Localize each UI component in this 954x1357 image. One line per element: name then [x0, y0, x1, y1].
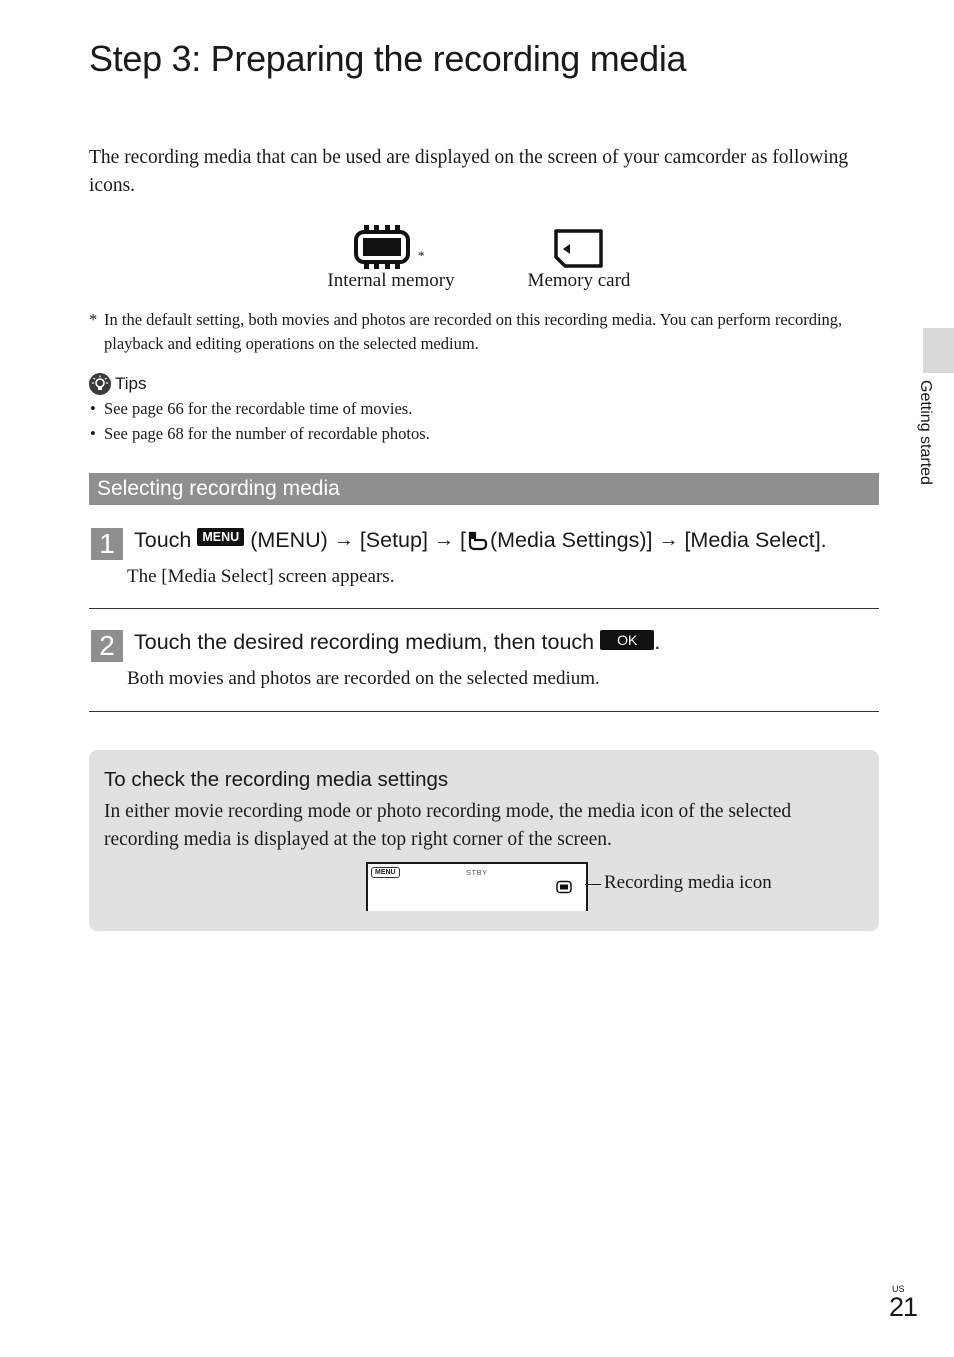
period: . [654, 630, 661, 654]
setup-text: [Setup] [359, 528, 428, 552]
footnote-marker: * [418, 248, 425, 263]
tip-item: See page 66 for the recordable time of m… [89, 396, 430, 421]
intro-paragraph: The recording media that can be used are… [89, 147, 849, 196]
touch-text: Touch [134, 528, 192, 552]
arrow-icon: → [433, 529, 454, 551]
page-title: Step 3: Preparing the recording media [89, 38, 687, 79]
callout-line [585, 884, 601, 885]
media-select-text: [Media Select]. [684, 528, 827, 552]
section-heading-bar: Selecting recording media [89, 473, 879, 505]
media-icons-row: * Internal memory Memory card [300, 222, 660, 302]
lcd-status: STBY [466, 868, 488, 877]
internal-memory-label: Internal memory [327, 270, 455, 291]
step-result: Both movies and photos are recorded on t… [127, 668, 600, 689]
page-number: 21 [889, 1292, 918, 1322]
internal-memory-item: * Internal memory [300, 222, 482, 292]
step-result: The [Media Select] screen appears. [127, 566, 395, 587]
chapter-label: Getting started [917, 380, 934, 485]
media-settings-text: (Media Settings)] [489, 528, 653, 552]
callout-label: Recording media icon [604, 872, 772, 893]
tip-item: See page 68 for the number of recordable… [89, 421, 430, 446]
footnote: * In the default setting, both movies an… [89, 308, 869, 356]
memory-card-label: Memory card [527, 270, 631, 291]
arrow-icon: → [658, 529, 679, 551]
footnote-text: In the default setting, both movies and … [104, 310, 843, 353]
tips-heading: Tips [89, 373, 147, 395]
menu-button-glyph: MENU [197, 527, 245, 546]
step-2: 2 Touch the desired recording medium, th… [89, 628, 879, 712]
ok-button-glyph: OK [600, 629, 655, 650]
side-tab-marker [923, 328, 954, 373]
step-number: 1 [91, 528, 123, 560]
media-settings-icon [468, 531, 488, 550]
step-instruction: Touch MENU (MENU) → [Setup] → [ (Media S… [134, 527, 827, 553]
tips-label: Tips [115, 374, 147, 393]
step-number: 2 [91, 630, 123, 662]
step-1: 1 Touch MENU (MENU) → [Setup] → [ (Media… [89, 526, 879, 609]
check-box-title: To check the recording media settings [104, 768, 449, 791]
side-tab-label: Getting started [902, 380, 942, 510]
section-heading: Selecting recording media [97, 477, 340, 500]
check-settings-box: To check the recording media settings In… [89, 750, 879, 931]
open-bracket: [ [459, 528, 466, 552]
lcd-screen-illustration: MENU STBY [366, 862, 588, 911]
memory-card-icon [554, 229, 603, 268]
step-instruction: Touch the desired recording medium, then… [134, 629, 661, 655]
lightbulb-icon [89, 373, 111, 395]
menu-paren: (MENU) [250, 528, 328, 552]
footnote-star: * [89, 310, 98, 329]
check-box-text: In either movie recording mode or photo … [104, 801, 792, 850]
instruction-text: Touch the desired recording medium, then… [134, 630, 595, 654]
internal-memory-icon [354, 225, 410, 269]
recording-media-icon [556, 880, 572, 894]
memory-card-item: Memory card [510, 222, 648, 292]
tips-list: See page 66 for the recordable time of m… [89, 396, 430, 446]
lcd-menu-button: MENU [371, 867, 400, 878]
arrow-icon: → [333, 529, 354, 551]
